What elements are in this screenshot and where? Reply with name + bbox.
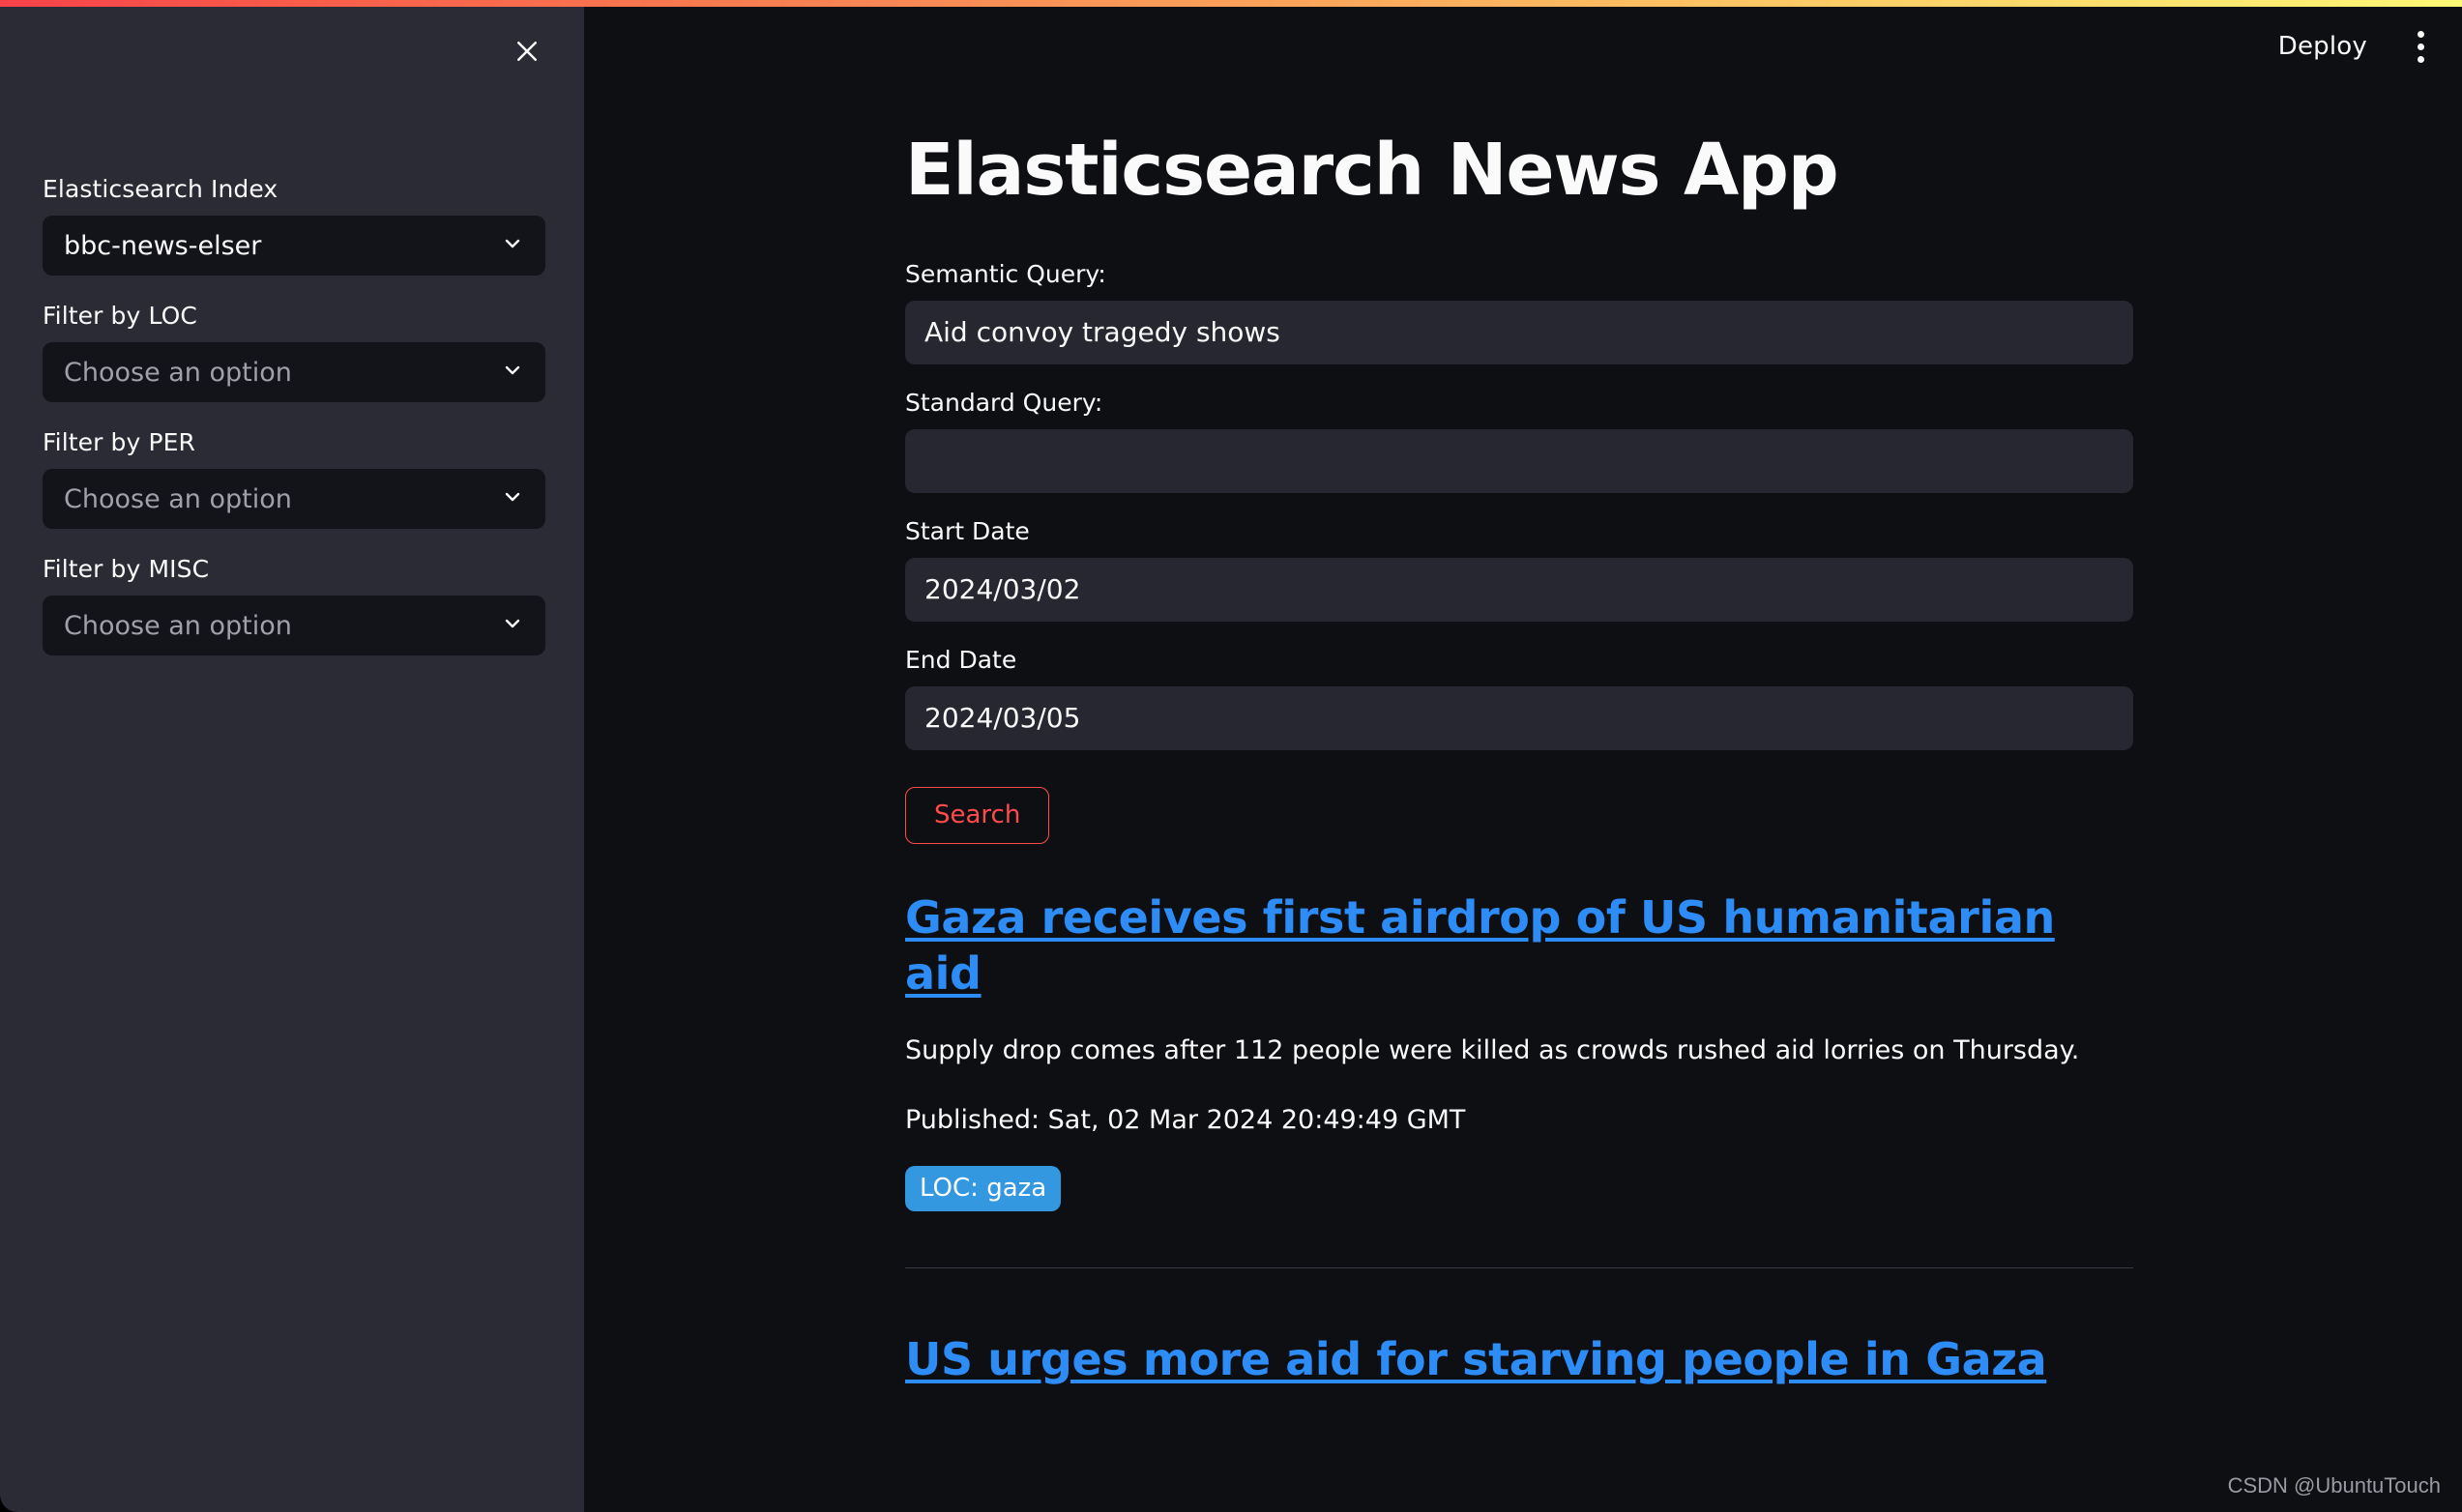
- field-semantic-query: Semantic Query:: [905, 257, 2133, 364]
- result-summary: Supply drop comes after 112 people were …: [905, 1035, 2080, 1066]
- chevron-down-icon: [501, 612, 524, 639]
- select-value-elasticsearch-index: bbc-news-elser: [64, 230, 262, 261]
- select-value-filter-misc: Choose an option: [64, 610, 292, 641]
- sidebar-field-elasticsearch-index: Elasticsearch Index bbc-news-elser: [43, 172, 545, 276]
- select-filter-loc[interactable]: Choose an option: [43, 342, 545, 402]
- label-end-date: End Date: [905, 645, 1017, 674]
- select-value-filter-per: Choose an option: [64, 483, 292, 514]
- field-standard-query: Standard Query:: [905, 386, 2133, 493]
- search-button[interactable]: Search: [905, 786, 1050, 845]
- select-filter-per[interactable]: Choose an option: [43, 469, 545, 529]
- standard-query-input[interactable]: [905, 428, 2133, 493]
- result-tag-row: LOC: gaza: [905, 1165, 2133, 1211]
- end-date-input[interactable]: [905, 685, 2133, 750]
- label-start-date: Start Date: [905, 516, 1030, 545]
- sidebar-field-filter-per: Filter by PER Choose an option: [43, 425, 545, 529]
- select-elasticsearch-index[interactable]: bbc-news-elser: [43, 216, 545, 276]
- main-content-area: Deploy Elasticsearch News App Semantic Q…: [584, 7, 2462, 1512]
- field-end-date: End Date: [905, 643, 2133, 750]
- app-window: Elasticsearch Index bbc-news-elser Filte…: [0, 0, 2462, 1512]
- result-title-link[interactable]: US urges more aid for starving people in…: [905, 1332, 2047, 1388]
- search-results-list: Gaza receives first airdrop of US humani…: [905, 890, 2133, 1393]
- chevron-down-icon: [501, 485, 524, 512]
- sidebar-filters: Elasticsearch Index bbc-news-elser Filte…: [43, 172, 545, 679]
- close-icon: [513, 37, 542, 66]
- result-item: Gaza receives first airdrop of US humani…: [905, 890, 2133, 1217]
- field-start-date: Start Date: [905, 514, 2133, 622]
- sidebar-label-filter-loc: Filter by LOC: [43, 302, 197, 330]
- result-divider: [905, 1266, 2133, 1268]
- result-title-link[interactable]: Gaza receives first airdrop of US humani…: [905, 890, 2133, 1002]
- label-standard-query: Standard Query:: [905, 388, 1103, 417]
- result-published-date: Published: Sat, 02 Mar 2024 20:49:49 GMT: [905, 1104, 1466, 1135]
- semantic-query-input[interactable]: [905, 300, 2133, 364]
- sidebar-label-elasticsearch-index: Elasticsearch Index: [43, 175, 278, 203]
- sidebar: Elasticsearch Index bbc-news-elser Filte…: [0, 0, 584, 1512]
- sidebar-field-filter-loc: Filter by LOC Choose an option: [43, 299, 545, 402]
- page-content: Elasticsearch News App Semantic Query: S…: [584, 7, 2462, 1393]
- chevron-down-icon: [501, 359, 524, 386]
- result-item: US urges more aid for starving people in…: [905, 1332, 2133, 1394]
- sidebar-field-filter-misc: Filter by MISC Choose an option: [43, 552, 545, 655]
- sidebar-label-filter-misc: Filter by MISC: [43, 555, 210, 583]
- gradient-accent-bar: [0, 0, 2462, 7]
- select-filter-misc[interactable]: Choose an option: [43, 596, 545, 655]
- sidebar-label-filter-per: Filter by PER: [43, 428, 196, 456]
- start-date-input[interactable]: [905, 557, 2133, 622]
- chevron-down-icon: [501, 232, 524, 259]
- select-value-filter-loc: Choose an option: [64, 357, 292, 388]
- label-semantic-query: Semantic Query:: [905, 259, 1106, 288]
- status-badge[interactable]: LOC: gaza: [905, 1165, 1062, 1211]
- page-title: Elasticsearch News App: [905, 129, 1839, 212]
- sidebar-close-button[interactable]: [501, 25, 553, 77]
